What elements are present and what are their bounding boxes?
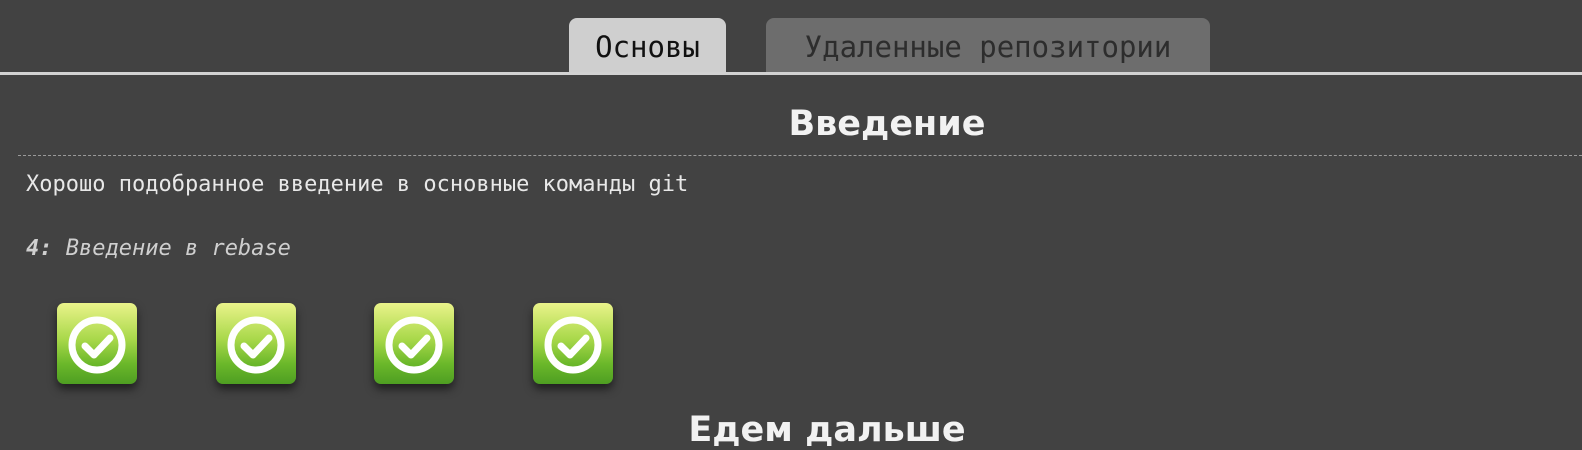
next-section-title: Едем дальше — [688, 410, 966, 450]
level-name: Введение в rebase — [65, 236, 291, 261]
level-number: 4: — [26, 236, 53, 261]
tab-basics[interactable]: Основы — [569, 18, 726, 73]
check-icon — [385, 316, 443, 374]
tab-bar-divider — [0, 72, 1582, 75]
level-caption: 4: Введение в rebase — [26, 236, 291, 261]
section-description: Хорошо подобранное введение в основные к… — [26, 172, 689, 197]
level-2-badge[interactable] — [216, 303, 296, 384]
check-icon — [544, 316, 602, 374]
tab-bar: Основы Удаленные репозитории — [0, 0, 1582, 76]
check-icon — [68, 316, 126, 374]
tab-remote-repositories[interactable]: Удаленные репозитории — [766, 18, 1210, 73]
level-1-badge[interactable] — [57, 303, 137, 384]
check-icon — [227, 316, 285, 374]
level-4-badge[interactable] — [533, 303, 613, 384]
section-divider — [18, 155, 1582, 156]
section-title: Введение — [788, 104, 986, 144]
level-3-badge[interactable] — [374, 303, 454, 384]
